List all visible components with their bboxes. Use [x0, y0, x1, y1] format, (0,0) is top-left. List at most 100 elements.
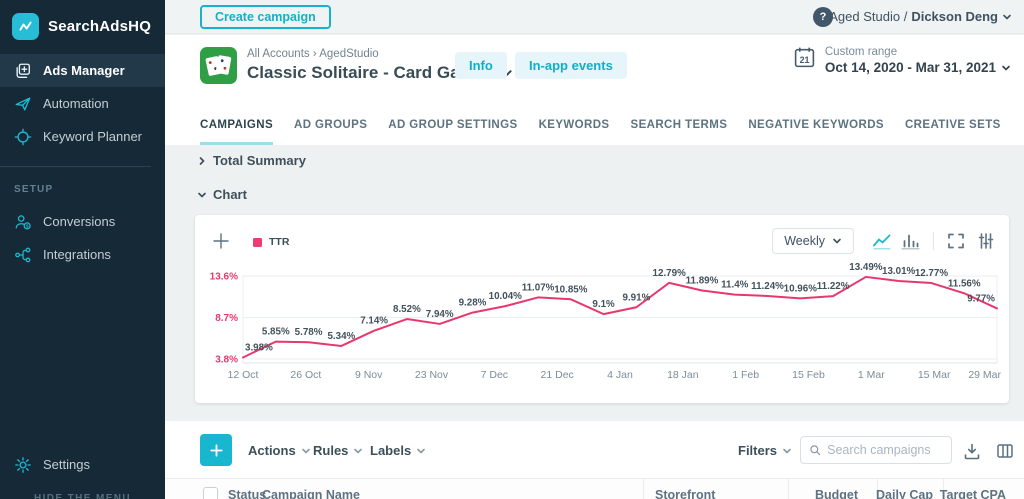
svg-text:11.07%: 11.07% [522, 282, 555, 293]
svg-text:3.8%: 3.8% [215, 355, 238, 366]
svg-text:10.96%: 10.96% [784, 283, 818, 294]
sidebar-item-integrations[interactable]: Integrations [0, 238, 165, 271]
bar-chart-icon[interactable] [900, 232, 920, 250]
gear-icon [14, 456, 32, 474]
column-header-target-cpa[interactable]: Target CPA [940, 488, 1006, 499]
sidebar-divider [0, 166, 151, 167]
svg-text:13.6%: 13.6% [210, 272, 238, 283]
conversions-user-dollar-icon: $ [14, 213, 32, 231]
svg-text:13.49%: 13.49% [849, 262, 883, 273]
fullscreen-icon[interactable] [947, 232, 967, 250]
svg-text:5.34%: 5.34% [327, 331, 355, 342]
sidebar-item-label: Integrations [43, 247, 111, 262]
column-header-campaign-name[interactable]: Campaign Name [262, 488, 360, 499]
line-chart-icon[interactable] [872, 232, 892, 250]
legend-item-ttr[interactable]: TTR [253, 236, 289, 248]
chart-settings-sliders-icon[interactable] [977, 232, 997, 250]
sidebar-item-conversions[interactable]: $ Conversions [0, 205, 165, 238]
sidebar-item-ads-manager[interactable]: Ads Manager [0, 54, 165, 87]
svg-text:4 Jan: 4 Jan [607, 369, 633, 381]
account-prefix: Aged Studio / [829, 9, 907, 24]
account-menu[interactable]: Aged Studio / Dickson Deng [829, 9, 1012, 24]
chevron-right-icon [197, 156, 207, 166]
chart-section-label: Chart [213, 187, 247, 202]
columns-icon[interactable] [996, 442, 1014, 460]
svg-text:$: $ [26, 223, 29, 229]
rules-label: Rules [313, 443, 348, 458]
tab-search-terms[interactable]: SEARCH TERMS [631, 119, 728, 145]
sidebar-item-keyword-planner[interactable]: Keyword Planner [0, 120, 165, 153]
chevron-down-icon [1002, 12, 1012, 22]
rules-dropdown[interactable]: Rules [313, 443, 363, 458]
svg-text:1 Mar: 1 Mar [858, 369, 885, 381]
user-name: Dickson Deng [911, 9, 998, 24]
app-header: All Accounts › AgedStudio Classic Solita… [165, 35, 1024, 145]
sidebar-item-label: Ads Manager [43, 63, 125, 78]
chevron-down-icon [832, 236, 842, 246]
svg-text:9.91%: 9.91% [623, 292, 651, 303]
setup-section-label: SETUP [14, 184, 53, 195]
tab-ad-group-settings[interactable]: AD GROUP SETTINGS [388, 119, 517, 145]
tab-negative-keywords[interactable]: NEGATIVE KEYWORDS [748, 119, 884, 145]
legend-swatch [253, 238, 262, 247]
labels-dropdown[interactable]: Labels [370, 443, 426, 458]
tab-campaigns[interactable]: CAMPAIGNS [200, 119, 273, 145]
integrations-nodes-icon [14, 246, 32, 264]
total-summary-label: Total Summary [213, 153, 306, 168]
svg-text:11.4%: 11.4% [721, 280, 749, 291]
tab-ad-groups[interactable]: AD GROUPS [294, 119, 367, 145]
sidebar-item-automation[interactable]: Automation [0, 87, 165, 120]
filters-dropdown[interactable]: Filters [738, 443, 792, 458]
date-range-picker[interactable]: 21 Custom range Oct 14, 2020 - Mar 31, 2… [793, 46, 1011, 75]
svg-text:13.01%: 13.01% [882, 266, 916, 277]
labels-label: Labels [370, 443, 411, 458]
column-header-daily-cap[interactable]: Daily Cap [876, 488, 933, 499]
svg-text:9.77%: 9.77% [967, 293, 995, 304]
download-icon[interactable] [963, 442, 981, 460]
column-header-status[interactable]: Status [228, 488, 266, 499]
svg-text:3.98%: 3.98% [245, 342, 273, 353]
chart-toggle[interactable]: Chart [197, 187, 247, 202]
add-metric-plus-icon[interactable] [211, 231, 231, 251]
info-button[interactable]: Info [455, 52, 507, 79]
interval-dropdown[interactable]: Weekly [772, 228, 854, 254]
svg-text:11.56%: 11.56% [948, 278, 981, 289]
svg-text:1 Feb: 1 Feb [732, 369, 759, 381]
column-header-budget[interactable]: Budget [815, 488, 858, 499]
tab-creative-sets[interactable]: CREATIVE SETS [905, 119, 1001, 145]
sidebar-item-settings[interactable]: Settings [0, 448, 165, 481]
toolbar-divider [933, 232, 934, 250]
svg-text:10.85%: 10.85% [554, 284, 588, 295]
svg-text:8.52%: 8.52% [393, 304, 421, 315]
svg-text:11.24%: 11.24% [751, 281, 784, 292]
breadcrumb[interactable]: All Accounts › AgedStudio [247, 48, 379, 60]
svg-text:21 Dec: 21 Dec [541, 369, 574, 381]
total-summary-toggle[interactable]: Total Summary [197, 153, 306, 168]
chevron-down-icon [782, 446, 792, 456]
app-logo: SearchAdsHQ [12, 13, 151, 40]
svg-text:15 Feb: 15 Feb [792, 369, 825, 381]
svg-text:11.89%: 11.89% [686, 275, 719, 286]
create-campaign-button[interactable]: Create campaign [200, 5, 331, 29]
column-divider [788, 479, 789, 499]
column-header-storefront[interactable]: Storefront [655, 488, 715, 499]
sidebar: SearchAdsHQ Ads Manager Automation Keywo… [0, 0, 165, 499]
svg-text:9.28%: 9.28% [459, 298, 487, 309]
add-campaign-button[interactable] [200, 434, 232, 466]
actions-dropdown[interactable]: Actions [248, 443, 311, 458]
campaigns-panel: Actions Rules Labels Filters Status [165, 421, 1024, 499]
tab-keywords[interactable]: KEYWORDS [539, 119, 610, 145]
hide-menu-button[interactable]: HIDE THE MENU [0, 493, 165, 499]
date-range-value: Oct 14, 2020 - Mar 31, 2021 [825, 60, 996, 75]
sidebar-item-label: Conversions [43, 214, 115, 229]
actions-label: Actions [248, 443, 296, 458]
svg-text:29 Mar: 29 Mar [968, 369, 1001, 381]
column-divider [643, 479, 644, 499]
select-all-checkbox[interactable] [203, 487, 218, 499]
inapp-events-button[interactable]: In-app events [515, 52, 627, 79]
chevron-down-icon [301, 446, 311, 456]
svg-text:21: 21 [799, 55, 809, 65]
search-campaigns-input[interactable] [827, 443, 943, 457]
svg-text:12 Oct: 12 Oct [228, 369, 259, 381]
sidebar-item-label: Automation [43, 96, 109, 111]
